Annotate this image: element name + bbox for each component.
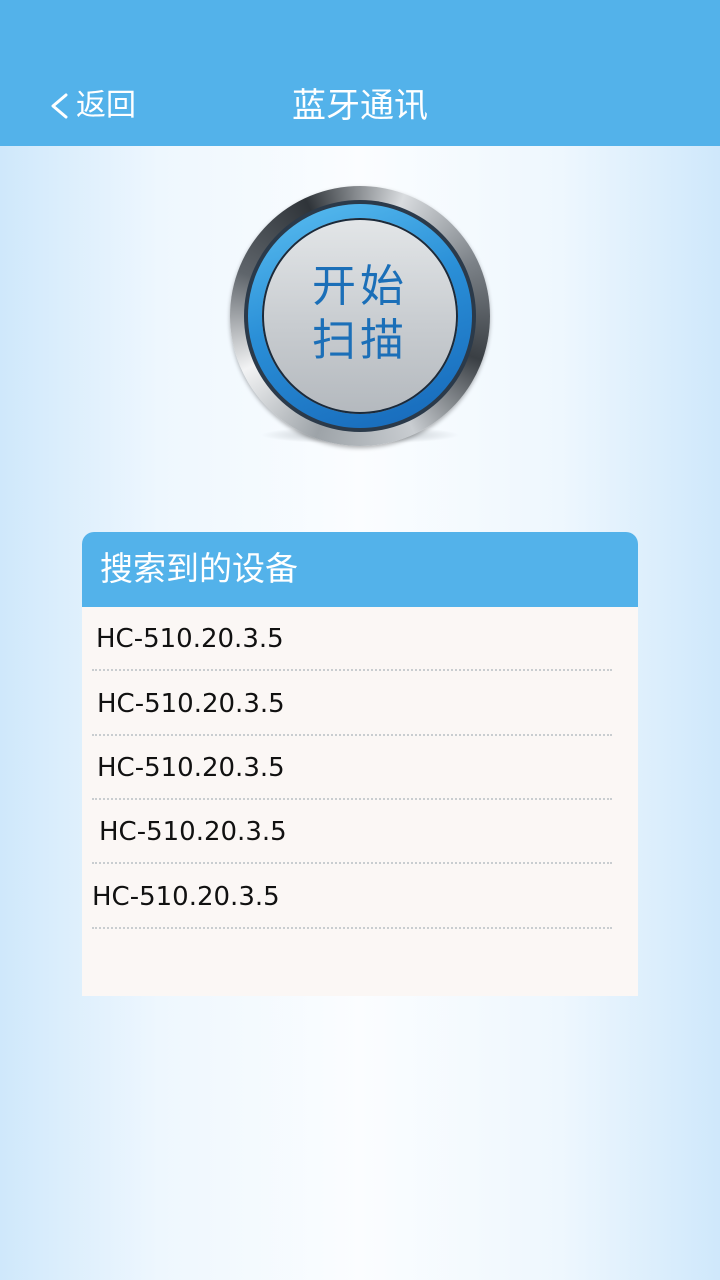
- device-list-header: 搜索到的设备: [82, 532, 638, 607]
- device-list-item[interactable]: HC-510.20.3.5: [92, 607, 612, 671]
- scan-button[interactable]: 开始 扫描: [230, 186, 490, 448]
- device-name: HC-510.20.3.5: [97, 753, 285, 783]
- device-name: HC-510.20.3.5: [99, 817, 287, 847]
- device-name: HC-510.20.3.5: [97, 689, 285, 719]
- device-name: HC-510.20.3.5: [92, 882, 280, 912]
- device-list-panel: 搜索到的设备 HC-510.20.3.5 HC-510.20.3.5 HC-51…: [82, 532, 638, 996]
- header-bar: 返回 蓝牙通讯: [0, 0, 720, 146]
- scan-label-line2: 扫描: [312, 315, 408, 366]
- scan-button-face[interactable]: 开始 扫描: [262, 218, 458, 414]
- device-name: HC-510.20.3.5: [96, 624, 284, 654]
- device-list-item[interactable]: HC-510.20.3.5: [92, 736, 612, 800]
- page-title: 蓝牙通讯: [292, 86, 428, 126]
- device-list-title: 搜索到的设备: [100, 549, 298, 588]
- scan-button-label: 开始 扫描: [262, 260, 458, 368]
- device-list-item[interactable]: HC-510.20.3.5: [92, 865, 612, 929]
- device-list-item[interactable]: HC-510.20.3.5: [92, 800, 612, 864]
- device-list-item[interactable]: HC-510.20.3.5: [92, 672, 612, 736]
- scan-label-line1: 开始: [312, 261, 408, 312]
